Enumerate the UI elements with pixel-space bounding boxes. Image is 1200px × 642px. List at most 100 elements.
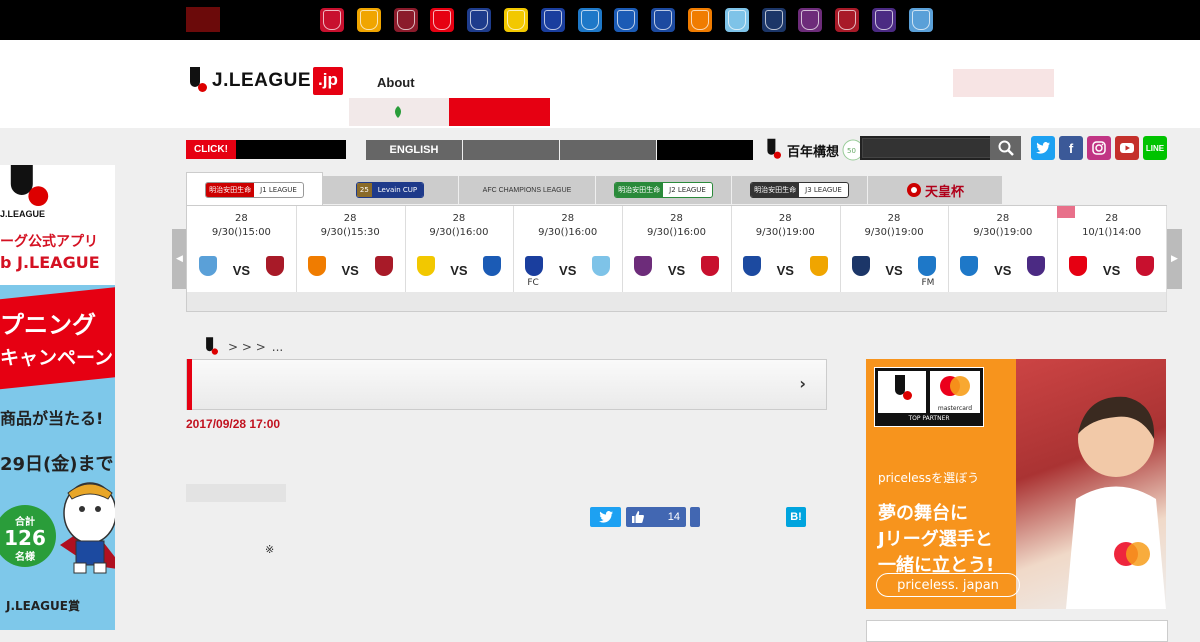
tab-levain-cup[interactable]: 25 Levain CUP (322, 176, 458, 204)
article-tag-placeholder (186, 484, 286, 502)
club-emblem-icon[interactable] (467, 8, 492, 32)
hatena-bookmark-button[interactable]: B! (786, 507, 806, 527)
fixture-result-bar (295, 292, 405, 311)
live-marker-icon (1057, 206, 1076, 218)
club-emblem-icon[interactable] (393, 8, 418, 32)
fixture-datetime: 9/30()19:00 (755, 227, 815, 238)
english-button[interactable]: ENGLISH (366, 140, 462, 160)
search-button[interactable] (990, 136, 1021, 160)
facebook-icon[interactable]: f (1059, 136, 1083, 160)
club-emblem-icon[interactable] (761, 8, 786, 32)
nav-button-4[interactable] (657, 140, 753, 160)
nav-button-2[interactable] (463, 140, 559, 160)
club-emblem-icon[interactable] (540, 8, 565, 32)
search-icon (998, 140, 1014, 156)
j3-pill: 明治安田生命 J3 LEAGUE (750, 182, 849, 198)
club-emblem-icon[interactable] (320, 8, 344, 32)
left-ad-award: J.LEAGUE賞 (6, 599, 80, 613)
youtube-icon[interactable] (1115, 136, 1139, 160)
logo-suffix: .jp (313, 67, 343, 95)
article-header-bar[interactable]: › (186, 359, 827, 410)
club-emblem-icon[interactable] (356, 8, 381, 32)
fixture-card[interactable]: 28 9/30()19:00 VS FM (839, 206, 950, 311)
sub-menu-item[interactable] (349, 98, 449, 126)
twitter-share-button[interactable] (590, 507, 621, 527)
club-emblem-icon[interactable] (577, 8, 602, 32)
tab-acl[interactable]: AFC CHAMPIONS LEAGUE (459, 176, 595, 204)
away-team-emblem-icon (809, 256, 828, 276)
home-icon[interactable] (203, 337, 218, 357)
j1-pill: 明治安田生命 J1 LEAGUE (205, 182, 304, 198)
total-number: 126 (4, 526, 46, 550)
header-button[interactable] (953, 69, 1054, 97)
soccer-ball-icon (906, 183, 921, 197)
left-advertisement[interactable]: J.LEAGUE ーグ公式アプリ b J.LEAGUE プニング キャンペーン … (0, 165, 115, 630)
fixtures-prev-button[interactable]: ◀ (172, 229, 187, 289)
fixture-round: 28 (343, 213, 357, 224)
fixture-datetime: 9/30()15:30 (320, 227, 380, 238)
club-emblem-icon[interactable] (614, 8, 639, 32)
tab-j1-league[interactable]: 明治安田生命 J1 LEAGUE (186, 172, 323, 207)
j3-name: J3 LEAGUE (805, 186, 842, 194)
instagram-icon[interactable] (1087, 136, 1111, 160)
club-emblem-icon[interactable] (724, 8, 749, 32)
fixture-datetime: 9/30()16:00 (646, 227, 707, 238)
top-tab-3[interactable] (256, 7, 290, 32)
twitter-icon[interactable] (1031, 136, 1055, 160)
fixture-datetime: 10/1()14:00 (1082, 227, 1142, 238)
facebook-like-button[interactable]: 14 (626, 507, 686, 527)
fixture-datetime: 9/30()15:00 (211, 227, 271, 238)
fixture-result-bar (404, 292, 514, 311)
line-icon[interactable]: LINE (1143, 136, 1167, 160)
fixture-card[interactable]: 28 9/30()16:00 VS (404, 206, 515, 311)
fixture-datetime: 9/30()19:00 (864, 227, 924, 238)
away-team-emblem-icon (1027, 256, 1046, 276)
mastercard-logo-box: mastercard (930, 371, 980, 413)
club-emblem-icon[interactable] (908, 8, 933, 32)
club-emblem-icon[interactable] (688, 8, 712, 32)
priceless-japan-tag: priceless. japan (876, 573, 1020, 597)
emperors-cup-name: 天皇杯 (924, 184, 964, 200)
breadcrumb-tail[interactable]: ... (272, 340, 283, 354)
fixture-card[interactable]: 28 10/1()14:00 VS (1057, 206, 1167, 311)
right-advertisement[interactable]: mastercard TOP PARTNER pricelessを選ぼう 夢の舞… (866, 359, 1166, 609)
club-emblem-icon[interactable] (651, 8, 676, 32)
club-emblem-icon[interactable] (835, 8, 860, 32)
tab-j2-league[interactable]: 明治安田生命 J2 LEAGUE (596, 176, 731, 204)
left-ad-banner2: キャンペーン (0, 347, 114, 369)
j1-sponsor: 明治安田生命 (206, 183, 255, 197)
top-tab-2[interactable] (221, 7, 255, 32)
facebook-share-button[interactable] (690, 507, 700, 527)
fixture-result-bar (948, 292, 1058, 311)
left-ad-brand: J.LEAGUE (0, 209, 46, 219)
fixtures-next-button[interactable]: ▶ (1167, 229, 1182, 289)
fixture-card[interactable]: 28 9/30()15:00 VS (187, 206, 297, 311)
top-tab-1[interactable] (186, 7, 220, 32)
left-ad-date: 29日(金)まで (0, 454, 114, 475)
club-emblem-icon[interactable] (504, 8, 528, 32)
fixture-card[interactable]: 28 9/30()19:00 VS (730, 206, 841, 311)
away-team-emblem-icon (592, 256, 611, 276)
club-emblem-icon[interactable] (872, 8, 896, 32)
fixture-card[interactable]: 28 9/30()16:00 VS (622, 206, 732, 311)
away-team-emblem-icon (483, 256, 502, 276)
search-input[interactable] (862, 138, 994, 158)
about-link[interactable]: About (377, 75, 415, 90)
fixture-card[interactable]: 28 9/30()19:00 VS (948, 206, 1059, 311)
club-emblem-icon[interactable] (798, 8, 823, 32)
hyakunen-banner[interactable]: 百年構想 50 (762, 136, 864, 164)
sub-menu-red-item[interactable] (449, 98, 550, 126)
article-accent-bar (187, 359, 192, 410)
fixture-round: 28 (887, 213, 901, 224)
jleague-logo[interactable]: J.LEAGUE .jp (186, 66, 343, 96)
fixture-datetime: 9/30()16:00 (429, 227, 489, 238)
fixture-card[interactable]: 28 9/30()15:30 VS (295, 206, 406, 311)
tab-j3-league[interactable]: 明治安田生命 J3 LEAGUE (732, 176, 867, 204)
club-emblem-icon[interactable] (430, 8, 455, 32)
fixture-card[interactable]: 28 9/30()16:00 VS FC (513, 206, 624, 311)
tab-emperors-cup[interactable]: 天皇杯 (868, 176, 1002, 204)
click-banner[interactable]: CLICK! (186, 140, 346, 159)
nav-button-3[interactable] (560, 140, 656, 160)
left-ad-line2: b J.LEAGUE (0, 253, 100, 272)
away-team-emblem-icon (265, 256, 284, 276)
